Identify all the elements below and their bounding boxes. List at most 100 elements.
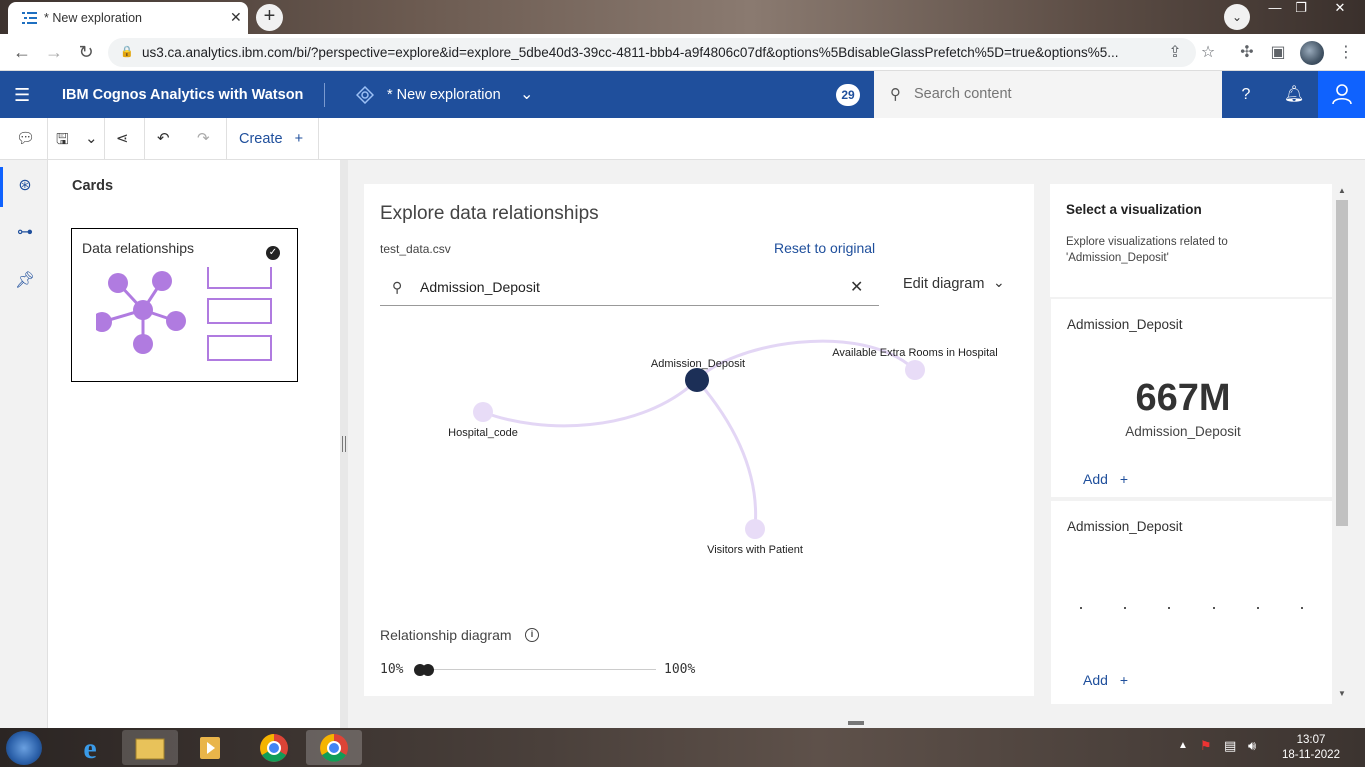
visualization-card-summary[interactable]: Admission_Deposit 667M Admission_Deposit… <box>1051 299 1332 497</box>
file-name: test_data.csv <box>380 242 451 256</box>
notification-count-badge[interactable]: 29 <box>836 84 860 106</box>
url-text: us3.ca.analytics.ibm.com/bi/?perspective… <box>142 45 1119 60</box>
slider-min-label: 10% <box>380 662 404 677</box>
start-button[interactable] <box>6 731 42 765</box>
node-hospital-code[interactable] <box>473 402 493 422</box>
node-center-label: Admission_Deposit <box>651 358 745 370</box>
add-visualization-button[interactable]: Add + <box>1083 672 1128 688</box>
info-icon[interactable]: i <box>525 628 539 642</box>
url-field[interactable]: 🔒 us3.ca.analytics.ibm.com/bi/?perspecti… <box>108 38 1196 67</box>
add-label: Add <box>1083 672 1108 688</box>
node-extra-rooms[interactable] <box>905 360 925 380</box>
field-search-box[interactable]: ⚲ Admission_Deposit ✕ <box>380 270 879 306</box>
browser-tab[interactable]: * New exploration ✕ <box>8 2 248 34</box>
address-bar-row: ← → ↻ 🔒 us3.ca.analytics.ibm.com/bi/?per… <box>0 34 1365 71</box>
back-icon[interactable]: ← <box>10 41 34 65</box>
cards-title: Cards <box>72 178 114 194</box>
slider-handle-max[interactable] <box>422 664 434 676</box>
redo-icon[interactable]: ↷ <box>197 129 210 147</box>
field-search-value[interactable]: Admission_Deposit <box>420 279 540 295</box>
bottom-drawer-handle[interactable] <box>848 721 864 725</box>
node-hospital-code-label: Hospital_code <box>448 427 518 439</box>
extensions-puzzle-icon[interactable]: ✣ <box>1237 43 1257 63</box>
explore-panel: Explore data relationships test_data.csv… <box>364 184 1034 696</box>
media-player-icon[interactable] <box>182 730 238 765</box>
resize-grip-icon[interactable] <box>342 436 346 452</box>
cards-icon[interactable]: ⊛ <box>14 175 36 197</box>
search-input[interactable] <box>914 79 1204 109</box>
scroll-up-icon[interactable]: ▲ <box>1338 186 1346 195</box>
volume-icon[interactable]: 🔊︎ <box>1248 738 1256 754</box>
user-button[interactable] <box>1318 71 1365 118</box>
notifications-bell-icon[interactable]: 🔔︎ <box>1282 83 1306 107</box>
create-button[interactable]: Create + <box>239 131 303 147</box>
edit-diagram-button[interactable]: Edit diagram <box>903 276 984 292</box>
node-extra-rooms-label: Available Extra Rooms in Hospital <box>832 347 997 359</box>
node-visitors-label: Visitors with Patient <box>707 544 803 556</box>
chrome-icon[interactable] <box>246 730 302 765</box>
side-panel-icon[interactable]: ▣ <box>1268 43 1288 63</box>
toolbar: 💬︎ 🖫 ⌄ ⋖ ↶ ↷ Create + <box>0 118 1365 160</box>
pin-icon[interactable]: 📌︎ <box>14 270 36 292</box>
share-network-icon[interactable]: ⋖ <box>116 129 129 147</box>
clock-time: 13:07 <box>1296 734 1326 746</box>
relationship-graph: Admission_Deposit Available Extra Rooms … <box>448 339 998 556</box>
share-icon[interactable]: ⇪ <box>1165 43 1185 63</box>
exploration-title[interactable]: * New exploration <box>387 87 501 103</box>
add-visualization-button[interactable]: Add + <box>1083 471 1128 487</box>
save-icon[interactable]: 🖫 <box>56 129 69 154</box>
create-label: Create <box>239 131 283 147</box>
network-icon[interactable]: ▤ <box>1224 738 1236 754</box>
save-chevron-down-icon[interactable]: ⌄ <box>85 129 98 147</box>
scrollbar-thumb[interactable] <box>1336 200 1348 526</box>
clear-icon[interactable]: ✕ <box>850 277 863 297</box>
active-indicator <box>0 167 3 207</box>
data-tree-icon[interactable]: ⊶ <box>14 222 36 244</box>
profile-avatar[interactable] <box>1300 41 1324 65</box>
chevron-down-icon[interactable]: ⌄ <box>993 274 1005 291</box>
bookmark-star-icon[interactable]: ☆ <box>1198 43 1218 63</box>
plus-icon: + <box>294 131 304 147</box>
slider-track[interactable] <box>424 669 656 670</box>
reset-to-original-link[interactable]: Reset to original <box>774 240 875 256</box>
tab-search-chevron-icon[interactable]: ⌄ <box>1224 4 1250 30</box>
scroll-down-icon[interactable]: ▼ <box>1338 689 1346 698</box>
chrome-active-icon[interactable] <box>306 730 362 765</box>
action-center-flag-icon[interactable]: ⚑ <box>1200 738 1212 754</box>
help-icon[interactable]: ? <box>1234 83 1258 107</box>
chevron-down-icon[interactable]: ⌄ <box>520 84 533 104</box>
left-rail: ⊛ ⊶ 📌︎ <box>0 160 48 728</box>
chart-placeholder-dot <box>1257 607 1259 609</box>
app-brand: IBM Cognos Analytics with Watson <box>62 87 304 103</box>
visualization-panel-scrollbar[interactable]: ▲ ▼ <box>1335 184 1349 704</box>
data-relationships-card[interactable]: Data relationships ✓ <box>71 228 298 382</box>
hamburger-menu-icon[interactable]: ☰ <box>14 85 30 106</box>
exploration-icon <box>356 86 374 104</box>
browser-tab-strip: * New exploration ✕ + ⌄ — ❐ ✕ <box>0 0 1365 34</box>
close-window-icon[interactable]: ✕ <box>1325 0 1355 18</box>
tray-expand-icon[interactable]: ▲ <box>1178 740 1188 751</box>
comment-icon[interactable]: 💬︎ <box>16 129 35 147</box>
new-tab-button[interactable]: + <box>256 4 283 31</box>
toolbar-divider <box>318 118 319 160</box>
reload-icon[interactable]: ↻ <box>74 41 98 65</box>
search-bar[interactable]: ⚲ <box>874 71 1222 118</box>
visualization-card-chart[interactable]: Admission_Deposit Add + <box>1051 501 1332 704</box>
file-explorer-icon[interactable] <box>122 730 178 765</box>
node-visitors[interactable] <box>745 519 765 539</box>
restore-icon[interactable]: ❐ <box>1286 0 1316 18</box>
forward-icon[interactable]: → <box>42 41 66 65</box>
browser-menu-icon[interactable]: ⋮ <box>1336 43 1356 63</box>
node-center[interactable] <box>685 368 709 392</box>
search-icon: ⚲ <box>392 279 403 295</box>
internet-explorer-icon[interactable]: e <box>62 730 118 765</box>
plus-icon: + <box>1119 471 1128 487</box>
lock-icon: 🔒 <box>120 46 134 58</box>
viz-title: Admission_Deposit <box>1067 519 1183 534</box>
search-icon: ⚲ <box>890 86 901 103</box>
edge-center-to-hospital-code <box>482 378 699 428</box>
undo-icon[interactable]: ↶ <box>157 129 170 147</box>
close-tab-icon[interactable]: ✕ <box>230 9 242 26</box>
system-clock[interactable]: 13:07 18-11-2022 <box>1276 733 1346 763</box>
cards-panel: Cards Data relationships ✓ <box>48 160 340 728</box>
